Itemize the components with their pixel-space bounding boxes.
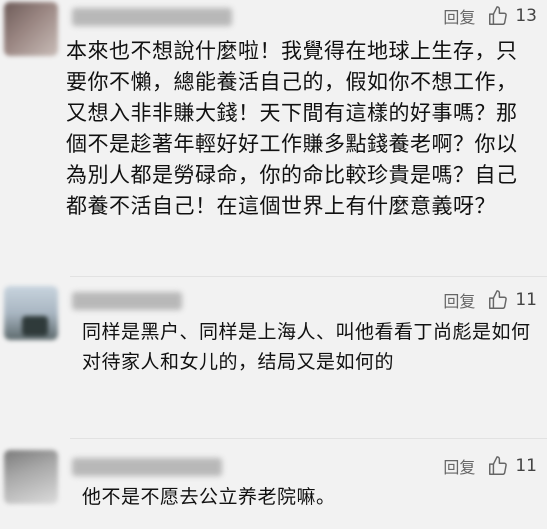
comment-text: 同样是黑户、同样是上海人、叫他看看丁尚彪是如何对待家人和女儿的，结局又是如何的 [82, 321, 531, 373]
thumbs-up-icon [489, 290, 508, 309]
like-button[interactable]: 11 [487, 289, 537, 311]
comment-actions: 回复 11 [443, 454, 537, 478]
comment-text: 他不是不愿去公立养老院嘛。 [82, 486, 336, 508]
divider [70, 438, 547, 439]
comment-item: 回复 11 同样是黑户、同样是上海人、叫他看看丁尚彪是如何对待家人和女儿的，结局… [0, 282, 547, 432]
reply-button[interactable]: 回复 [443, 288, 475, 312]
username-blurred[interactable] [72, 458, 222, 476]
avatar[interactable] [4, 2, 58, 56]
like-button[interactable]: 13 [487, 5, 537, 27]
comment-item: 回复 11 他不是不愿去公立养老院嘛。 [0, 444, 547, 529]
username-blurred[interactable] [72, 292, 182, 310]
thumbs-up-icon [489, 456, 508, 475]
divider [70, 276, 547, 277]
avatar[interactable] [4, 286, 58, 340]
like-count: 11 [515, 456, 537, 476]
like-button[interactable]: 11 [487, 455, 537, 477]
reply-button[interactable]: 回复 [443, 454, 475, 478]
comment-item: 回复 13 本來也不想說什麼啦！我覺得在地球上生存，只要你不懶，總能養活自己的，… [0, 0, 547, 270]
username-blurred[interactable] [72, 8, 232, 26]
reply-button[interactable]: 回复 [443, 4, 475, 28]
comment-text: 本來也不想說什麼啦！我覺得在地球上生存，只要你不懶，總能養活自己的，假如你不想工… [66, 39, 518, 218]
thumbs-up-icon [489, 6, 508, 25]
comment-actions: 回复 13 [443, 4, 537, 28]
comment-actions: 回复 11 [443, 288, 537, 312]
like-count: 13 [515, 6, 537, 26]
like-count: 11 [515, 290, 537, 310]
avatar[interactable] [4, 450, 58, 504]
